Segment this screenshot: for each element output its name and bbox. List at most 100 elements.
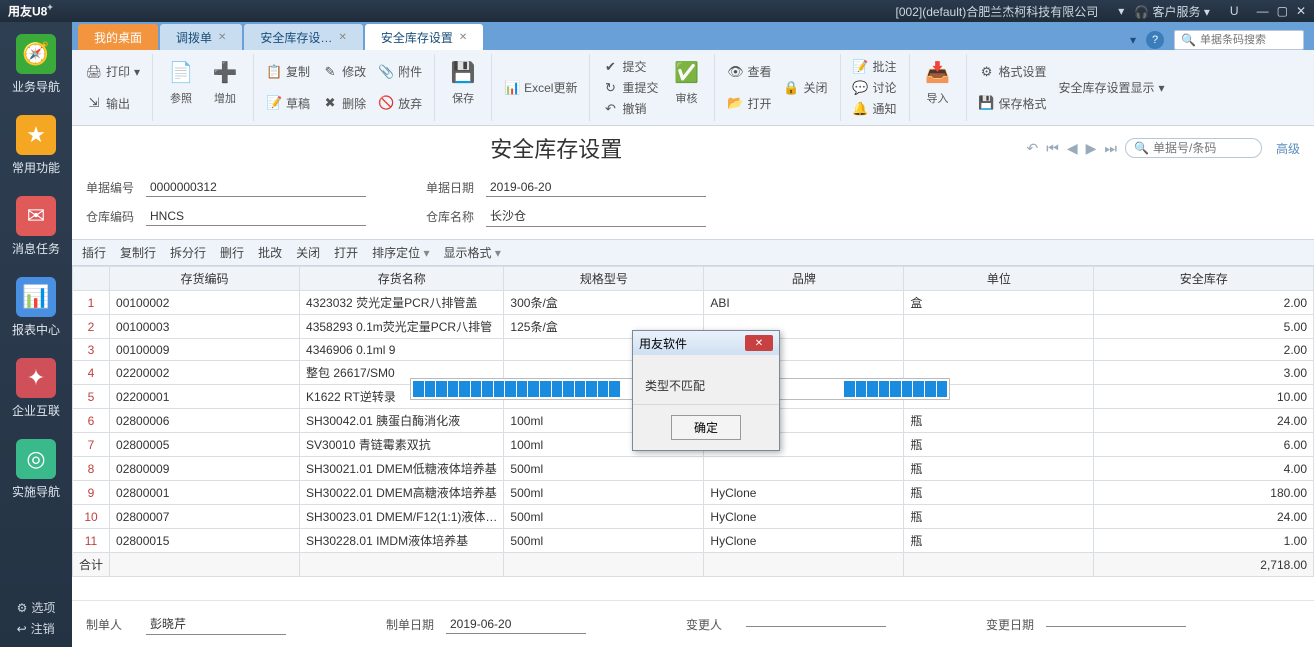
cell-brand[interactable]: HyClone	[704, 529, 904, 553]
cell-qty[interactable]: 5.00	[1094, 315, 1314, 339]
tab-safety2[interactable]: 安全库存设置✕	[365, 24, 483, 50]
cell-brand[interactable]	[704, 457, 904, 481]
tab-safety1[interactable]: 安全库存设…✕	[244, 24, 362, 50]
save-format-button[interactable]: 💾保存格式	[973, 93, 1053, 114]
tab-close-icon[interactable]: ✕	[338, 32, 346, 43]
prev-icon[interactable]: ◀	[1067, 140, 1078, 157]
doc-search-input[interactable]	[1153, 141, 1253, 155]
tab-close-icon[interactable]: ✕	[218, 32, 226, 43]
cell-qty[interactable]: 4.00	[1094, 457, 1314, 481]
cell-unit[interactable]: 瓶	[904, 529, 1094, 553]
wh-code-value[interactable]: HNCS	[146, 207, 366, 226]
wh-name-value[interactable]: 长沙仓	[486, 205, 706, 227]
excel-update-button[interactable]: 📊Excel更新	[498, 77, 583, 98]
cell-code[interactable]: 00100003	[110, 315, 300, 339]
cell-unit[interactable]	[904, 315, 1094, 339]
open-row-button[interactable]: 打开	[334, 244, 358, 261]
cell-name[interactable]: 4323032 荧光定量PCR八排管盖	[300, 291, 504, 315]
cell-name[interactable]: SH30023.01 DMEM/F12(1:1)液体…	[300, 505, 504, 529]
table-row[interactable]: 9 02800001 SH30022.01 DMEM高糖液体培养基 500ml …	[73, 481, 1314, 505]
col-brand[interactable]: 品牌	[704, 267, 904, 291]
discuss-button[interactable]: 💬讨论	[847, 77, 903, 98]
cell-code[interactable]: 02800001	[110, 481, 300, 505]
col-qty[interactable]: 安全库存	[1094, 267, 1314, 291]
tab-desktop[interactable]: 我的桌面	[78, 24, 158, 50]
cell-unit[interactable]: 瓶	[904, 505, 1094, 529]
cell-unit[interactable]	[904, 339, 1094, 361]
display-format-button[interactable]: 显示格式	[443, 244, 500, 261]
customer-service-link[interactable]: 🎧 客户服务 ▾	[1134, 3, 1210, 20]
annot-button[interactable]: 📝批注	[847, 56, 903, 77]
u-menu[interactable]: U	[1230, 4, 1239, 18]
split-row-button[interactable]: 拆分行	[170, 244, 206, 261]
table-row[interactable]: 10 02800007 SH30023.01 DMEM/F12(1:1)液体… …	[73, 505, 1314, 529]
cell-spec[interactable]: 500ml	[504, 505, 704, 529]
options-link[interactable]: ⚙选项	[17, 599, 56, 616]
cell-qty[interactable]: 24.00	[1094, 409, 1314, 433]
cell-code[interactable]: 02200002	[110, 361, 300, 385]
cell-brand[interactable]: ABI	[704, 291, 904, 315]
sort-button[interactable]: 排序定位	[372, 244, 429, 261]
cell-name[interactable]: SH30042.01 胰蛋白酶消化液	[300, 409, 504, 433]
cell-spec[interactable]: 500ml	[504, 481, 704, 505]
nav-messages[interactable]: ✉消息任务	[6, 196, 66, 257]
display-button[interactable]: 安全库存设置显示 ▾	[1053, 77, 1171, 98]
tab-close-icon[interactable]: ✕	[459, 32, 467, 43]
col-unit[interactable]: 单位	[904, 267, 1094, 291]
submit-button[interactable]: ✔提交	[596, 56, 664, 77]
cell-brand[interactable]: HyClone	[704, 481, 904, 505]
nav-enterprise[interactable]: ✦企业互联	[6, 358, 66, 419]
revoke-button[interactable]: ↶撤销	[596, 98, 664, 119]
open-button[interactable]: 📂打开	[721, 93, 777, 114]
tab-transfer[interactable]: 调拨单✕	[160, 24, 242, 50]
print-button[interactable]: 🖨打印 ▾	[80, 61, 146, 82]
cell-qty[interactable]: 6.00	[1094, 433, 1314, 457]
cell-name[interactable]: SH30228.01 IMDM液体培养基	[300, 529, 504, 553]
nav-impl[interactable]: ◎实施导航	[6, 439, 66, 500]
col-code[interactable]: 存货编码	[110, 267, 300, 291]
help-icon[interactable]: ?	[1146, 31, 1164, 49]
cell-spec[interactable]: 500ml	[504, 457, 704, 481]
del-row-button[interactable]: 删行	[220, 244, 244, 261]
cell-qty[interactable]: 1.00	[1094, 529, 1314, 553]
notify-button[interactable]: 🔔通知	[847, 98, 903, 119]
maximize-icon[interactable]: ▢	[1277, 4, 1288, 18]
table-row[interactable]: 11 02800015 SH30228.01 IMDM液体培养基 500ml H…	[73, 529, 1314, 553]
col-name[interactable]: 存货名称	[300, 267, 504, 291]
draft-button[interactable]: 📝草稿	[260, 93, 316, 114]
dialog-ok-button[interactable]: 确定	[671, 415, 741, 440]
barcode-search-input[interactable]	[1200, 34, 1300, 46]
cell-spec[interactable]: 300条/盒	[504, 291, 704, 315]
logout-link[interactable]: ↩注销	[17, 620, 56, 637]
cell-unit[interactable]: 瓶	[904, 433, 1094, 457]
modify-button[interactable]: ✎修改	[316, 61, 372, 82]
import-button[interactable]: 📥导入	[916, 54, 960, 121]
cell-name[interactable]: SH30022.01 DMEM高糖液体培养基	[300, 481, 504, 505]
cell-qty[interactable]: 180.00	[1094, 481, 1314, 505]
table-row[interactable]: 1 00100002 4323032 荧光定量PCR八排管盖 300条/盒 AB…	[73, 291, 1314, 315]
first-icon[interactable]: ⏮	[1046, 140, 1059, 157]
cell-qty[interactable]: 2.00	[1094, 291, 1314, 315]
cell-code[interactable]: 00100009	[110, 339, 300, 361]
cell-name[interactable]: SH30021.01 DMEM低糖液体培养基	[300, 457, 504, 481]
close-button[interactable]: 🔒关闭	[777, 77, 833, 98]
view-button[interactable]: 👁查看	[721, 61, 777, 82]
cell-name[interactable]: 4358293 0.1m荧光定量PCR八排管	[300, 315, 504, 339]
cell-code[interactable]: 00100002	[110, 291, 300, 315]
cell-unit[interactable]: 瓶	[904, 457, 1094, 481]
table-row[interactable]: 8 02800009 SH30021.01 DMEM低糖液体培养基 500ml …	[73, 457, 1314, 481]
cell-name[interactable]: SV30010 青链霉素双抗	[300, 433, 504, 457]
delete-button[interactable]: ✖删除	[316, 93, 372, 114]
dialog-close-icon[interactable]: ✕	[745, 335, 773, 351]
cell-brand[interactable]: HyClone	[704, 505, 904, 529]
doc-search[interactable]: 🔍	[1125, 138, 1262, 158]
doc-no-value[interactable]: 0000000312	[146, 178, 366, 197]
cell-qty[interactable]: 3.00	[1094, 361, 1314, 385]
cell-qty[interactable]: 10.00	[1094, 385, 1314, 409]
cell-qty[interactable]: 2.00	[1094, 339, 1314, 361]
nav-business[interactable]: 🧭业务导航	[6, 34, 66, 95]
advanced-link[interactable]: 高级	[1276, 140, 1300, 157]
dialog-header[interactable]: 用友软件 ✕	[633, 331, 779, 355]
next-icon[interactable]: ▶	[1086, 140, 1097, 157]
audit-button[interactable]: ✅审核	[664, 54, 708, 121]
